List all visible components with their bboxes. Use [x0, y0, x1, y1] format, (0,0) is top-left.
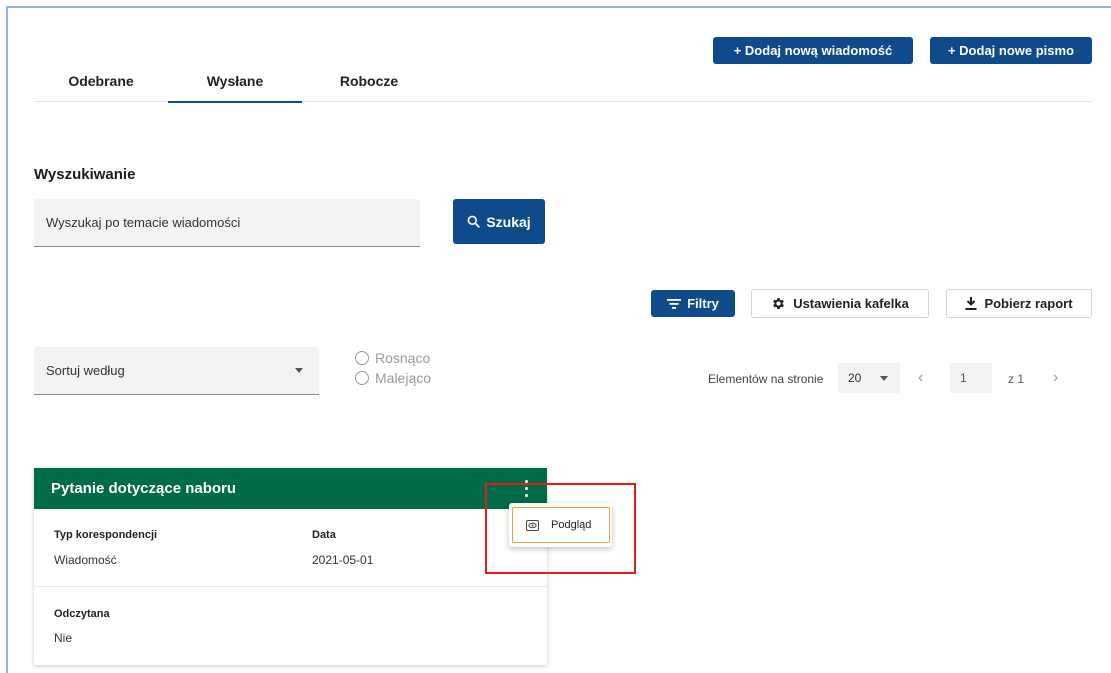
filters-button[interactable]: Filtry: [651, 290, 735, 317]
highlight-annotation: [485, 483, 636, 574]
frame-border-left: [6, 6, 8, 673]
card-divider: [34, 586, 547, 587]
search-button[interactable]: Szukaj: [453, 199, 545, 244]
tile-settings-label: Ustawienia kafelka: [793, 296, 909, 311]
total-pages-text: z 1: [1008, 372, 1025, 386]
tile-settings-button[interactable]: Ustawienia kafelka: [751, 289, 929, 318]
correspondence-type-label: Typ korespondencji: [54, 529, 158, 541]
items-per-page-select[interactable]: 20: [838, 363, 900, 393]
search-heading: Wyszukiwanie: [34, 166, 136, 183]
download-icon: [965, 297, 977, 310]
search-icon: [467, 215, 480, 228]
sort-descending-radio[interactable]: Malejąco: [355, 370, 431, 386]
read-status-label: Odczytana: [54, 608, 110, 620]
download-report-label: Pobierz raport: [984, 296, 1073, 311]
sort-ascending-radio[interactable]: Rosnąco: [355, 350, 430, 366]
tab-sent[interactable]: Wysłane: [168, 60, 302, 103]
tab-bar: Odebrane Wysłane Robocze: [34, 60, 1092, 103]
card-title: Pytanie dotyczące naboru: [51, 480, 237, 497]
chevron-left-icon[interactable]: ‹: [918, 369, 923, 387]
card-header: Pytanie dotyczące naboru: [34, 468, 547, 509]
add-new-letter-button[interactable]: + Dodaj nowe pismo: [930, 37, 1092, 64]
download-report-button[interactable]: Pobierz raport: [946, 289, 1092, 318]
tab-drafts[interactable]: Robocze: [302, 60, 436, 102]
filter-icon: [667, 298, 682, 309]
add-new-message-button[interactable]: + Dodaj nową wiadomość: [713, 37, 913, 64]
tab-received[interactable]: Odebrane: [34, 60, 168, 102]
items-per-page-label: Elementów na stronie: [708, 372, 824, 386]
message-card: Pytanie dotyczące naboru Typ koresponden…: [34, 468, 547, 665]
sort-by-label: Sortuj według: [46, 363, 125, 378]
sort-by-select[interactable]: Sortuj według: [34, 347, 319, 395]
frame-border-top: [6, 6, 1111, 8]
filters-button-label: Filtry: [687, 296, 719, 311]
correspondence-type-value: Wiadomość: [54, 553, 117, 567]
radio-circle-icon: [355, 371, 369, 385]
search-button-label: Szukaj: [486, 213, 531, 230]
items-per-page-value: 20: [848, 371, 862, 385]
date-label: Data: [312, 529, 336, 541]
caret-down-icon: [880, 376, 888, 381]
read-status-value: Nie: [54, 631, 73, 645]
gear-icon: [773, 298, 785, 309]
radio-circle-icon: [355, 351, 369, 365]
sort-descending-label: Malejąco: [375, 370, 432, 386]
search-input[interactable]: Wyszukaj po temacie wiadomości: [34, 199, 420, 247]
current-page-input[interactable]: 1: [950, 363, 992, 393]
caret-down-icon: [295, 368, 303, 373]
chevron-right-icon[interactable]: ›: [1053, 369, 1058, 387]
date-value: 2021-05-01: [312, 553, 374, 567]
sort-ascending-label: Rosnąco: [375, 350, 431, 366]
